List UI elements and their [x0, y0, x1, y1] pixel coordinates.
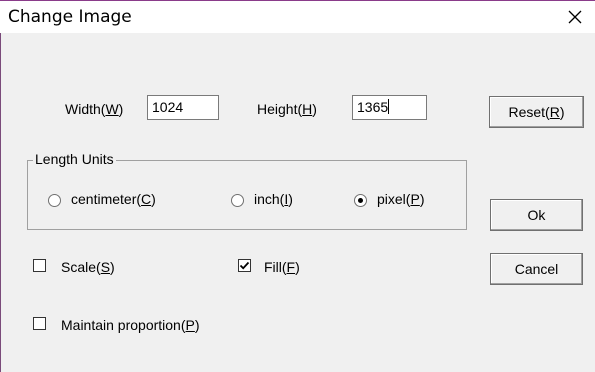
- dialog-title: Change Image: [8, 7, 132, 27]
- inch-radio[interactable]: [231, 194, 244, 207]
- checkmark-icon: [239, 261, 250, 270]
- reset-button[interactable]: Reset(R): [489, 96, 584, 128]
- width-label: Width(W): [65, 101, 124, 117]
- maintain-proportion-label[interactable]: Maintain proportion(P): [61, 317, 200, 333]
- height-input[interactable]: 1365: [352, 95, 427, 120]
- close-button[interactable]: [555, 1, 595, 33]
- radio-selected-dot: [358, 198, 363, 203]
- scale-label[interactable]: Scale(S): [61, 259, 115, 275]
- centimeter-radio[interactable]: [48, 194, 61, 207]
- pixel-radio[interactable]: [354, 194, 367, 207]
- fill-checkbox[interactable]: [238, 259, 251, 272]
- height-label: Height(H): [257, 101, 317, 117]
- dialog-body: Width(W) 1024 Height(H) 1365 Reset(R) Le…: [0, 33, 595, 372]
- ok-button[interactable]: Ok: [490, 199, 583, 231]
- length-units-legend: Length Units: [33, 151, 116, 167]
- cancel-button[interactable]: Cancel: [490, 253, 583, 285]
- maintain-proportion-checkbox[interactable]: [33, 317, 46, 330]
- centimeter-label[interactable]: centimeter(C): [71, 191, 156, 207]
- inch-label[interactable]: inch(I): [254, 191, 293, 207]
- scale-checkbox[interactable]: [33, 259, 46, 272]
- title-bar: Change Image: [0, 0, 595, 33]
- pixel-label[interactable]: pixel(P): [377, 191, 424, 207]
- text-caret: [388, 99, 390, 114]
- fill-label[interactable]: Fill(F): [264, 259, 300, 275]
- close-icon: [568, 10, 582, 24]
- width-input[interactable]: 1024: [147, 95, 219, 120]
